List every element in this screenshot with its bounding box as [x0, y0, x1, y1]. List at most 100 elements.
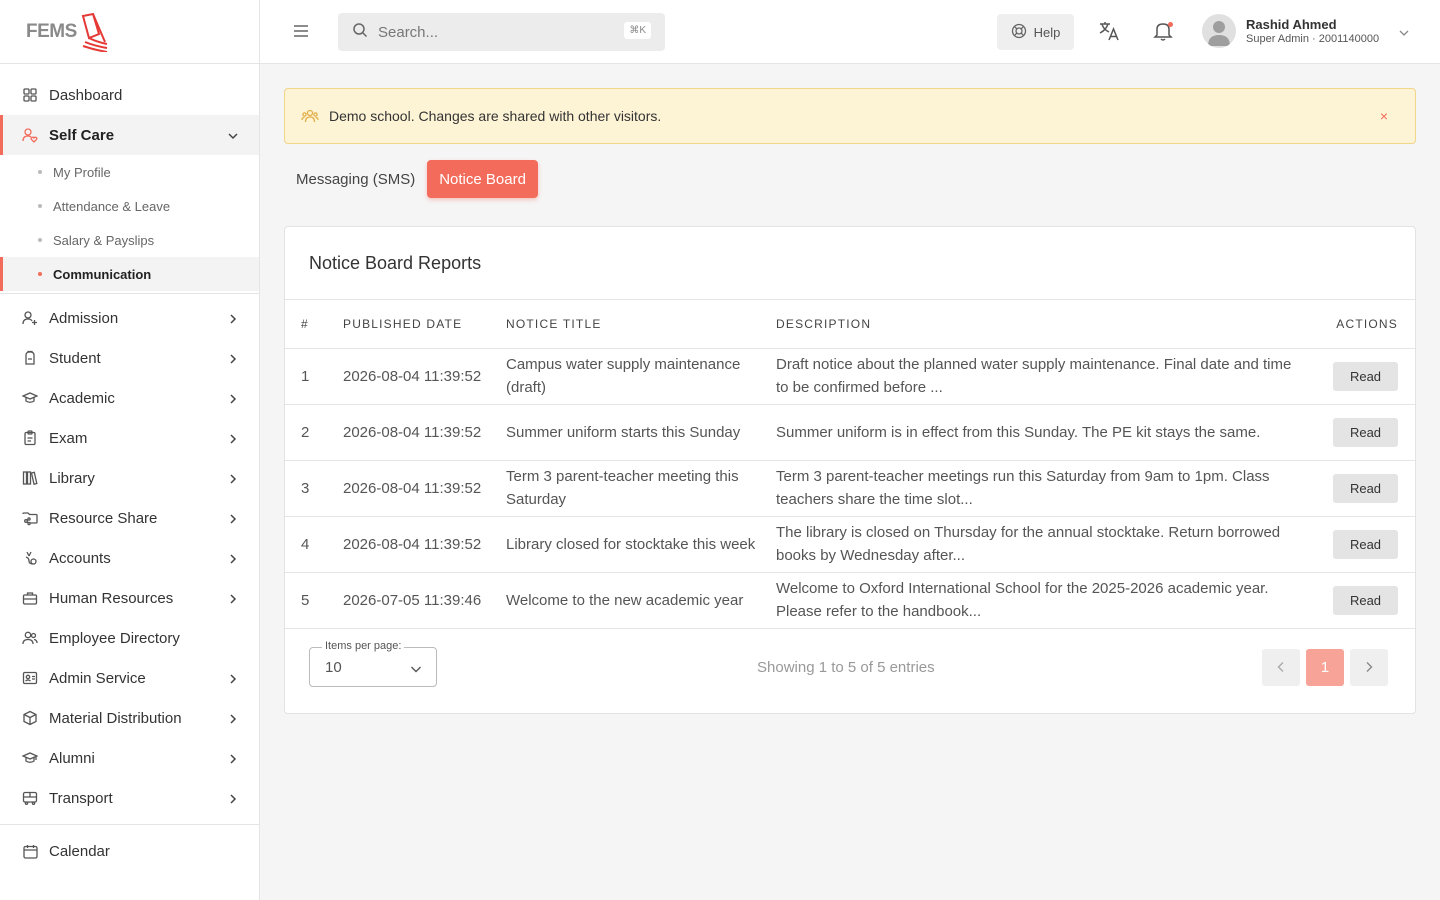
sidebar-item-label: Employee Directory: [49, 629, 180, 647]
cell-published-date: 2026-08-04 11:39:52: [335, 516, 498, 573]
search-icon: [352, 22, 368, 43]
grid-icon: [22, 87, 38, 103]
cell-notice-title: Term 3 parent-teacher meeting this Satur…: [498, 460, 768, 517]
table-row: 1 2026-08-04 11:39:52 Campus water supply …: [285, 348, 1415, 405]
user-role: Super Admin · 2001140000: [1246, 33, 1380, 45]
tab-notice-board[interactable]: Notice Board: [427, 160, 538, 198]
sidebar-item-label: Material Distribution: [49, 709, 182, 727]
cell-description: Term 3 parent-teacher meetings run this …: [768, 460, 1313, 517]
read-button[interactable]: Read: [1333, 529, 1398, 559]
sidebar-item-label: Admin Service: [49, 669, 146, 687]
topbar: ⌘K Help Rashid Ahmed Super Admin · 20011…: [260, 0, 1440, 64]
sidebar: FEMS Dashboard Self Care My Profile Atte…: [0, 0, 260, 900]
read-button[interactable]: Read: [1333, 361, 1398, 391]
chevron-right-icon: [227, 352, 239, 364]
user-name: Rashid Ahmed: [1246, 17, 1337, 32]
table-row: 3 2026-08-04 11:39:52 Term 3 parent-teache…: [285, 460, 1415, 517]
help-button[interactable]: Help: [997, 14, 1074, 50]
sidebar-item-accounts[interactable]: Accounts: [0, 538, 259, 578]
table-header-row: # Published Date Notice Title Descriptio…: [285, 300, 1415, 349]
prev-page-button[interactable]: [1262, 648, 1300, 686]
chevron-right-icon: [227, 392, 239, 404]
table-row: 4 2026-08-04 11:39:52 Library closed for s…: [285, 516, 1415, 573]
sidebar-item-calendar[interactable]: Calendar: [0, 831, 259, 871]
lifebuoy-icon: [1011, 23, 1027, 42]
sidebar-item-exam[interactable]: Exam: [0, 418, 259, 458]
cell-published-date: 2026-08-04 11:39:52: [335, 348, 498, 405]
sidebar-item-label: Library: [49, 469, 95, 487]
sidebar-item-academic[interactable]: Academic: [0, 378, 259, 418]
cell-actions: Read: [1313, 404, 1415, 461]
search-box[interactable]: ⌘K: [338, 13, 665, 51]
bus-icon: [22, 790, 38, 806]
card-title: Notice Board Reports: [285, 227, 1415, 300]
read-button[interactable]: Read: [1333, 417, 1398, 447]
search-input[interactable]: [378, 23, 608, 41]
sidebar-item-student[interactable]: Student: [0, 338, 259, 378]
bell-icon[interactable]: [1153, 20, 1175, 44]
chevron-right-icon: [227, 312, 239, 324]
close-icon[interactable]: ×: [1377, 109, 1391, 123]
tab-messaging-sms[interactable]: Messaging (SMS): [284, 160, 427, 198]
sidebar-item-human-resources[interactable]: Human Resources: [0, 578, 259, 618]
chevron-right-icon: [227, 432, 239, 444]
items-per-page-label: Items per page:: [322, 639, 405, 652]
sidebar-item-admission[interactable]: Admission: [0, 298, 259, 338]
chevron-right-icon: [227, 752, 239, 764]
cell-description: Summer uniform is in effect from this Su…: [768, 404, 1313, 461]
graduation-icon: [22, 750, 38, 766]
sidebar-nav: Dashboard Self Care My Profile Attendanc…: [0, 64, 259, 871]
read-button[interactable]: Read: [1333, 473, 1398, 503]
sidebar-item-admin-service[interactable]: Admin Service: [0, 658, 259, 698]
id-card-icon: [22, 670, 38, 686]
chevron-down-icon[interactable]: [1398, 26, 1410, 38]
next-page-button[interactable]: [1350, 648, 1388, 686]
chevron-right-icon: [227, 472, 239, 484]
app-logo[interactable]: FEMS: [26, 12, 109, 52]
sidebar-item-transport[interactable]: Transport: [0, 778, 259, 818]
sidebar-item-library[interactable]: Library: [0, 458, 259, 498]
notice-board-card: Notice Board Reports # Published Date No…: [284, 226, 1416, 714]
read-button[interactable]: Read: [1333, 585, 1398, 615]
sidebar-item-resource-share[interactable]: Resource Share: [0, 498, 259, 538]
cell-description: Welcome to Oxford International School f…: [768, 572, 1313, 629]
items-per-page-select[interactable]: Items per page: 10: [309, 639, 437, 687]
cell-notice-title: Campus water supply maintenance (draft): [498, 348, 768, 405]
alert-message: Demo school. Changes are shared with oth…: [329, 108, 662, 124]
mortarboard-icon: [22, 390, 38, 406]
people-icon: [301, 107, 319, 125]
money-icon: [22, 550, 38, 566]
translate-icon[interactable]: [1098, 20, 1122, 44]
page-button-current[interactable]: 1: [1306, 648, 1344, 686]
sidebar-subitem-my-profile[interactable]: My Profile: [0, 155, 259, 189]
sidebar-subitem-attendance-leave[interactable]: Attendance & Leave: [0, 189, 259, 223]
user-menu[interactable]: Rashid Ahmed Super Admin · 2001140000: [1202, 14, 1379, 48]
cell-notice-title: Summer uniform starts this Sunday: [498, 404, 768, 461]
items-per-page-value: 10: [325, 658, 342, 676]
cell-actions: Read: [1313, 516, 1415, 573]
sidebar-item-dashboard[interactable]: Dashboard: [0, 75, 259, 115]
cell-number: 4: [285, 516, 335, 573]
chevron-down-icon: [410, 662, 422, 674]
folder-share-icon: [22, 510, 38, 526]
logo-book-icon: [81, 12, 107, 52]
sidebar-item-material-distribution[interactable]: Material Distribution: [0, 698, 259, 738]
clipboard-icon: [22, 430, 38, 446]
chevron-right-icon: [227, 512, 239, 524]
chevron-down-icon: [227, 129, 239, 141]
sidebar-item-self-care[interactable]: Self Care: [0, 115, 259, 155]
chevron-right-icon: [227, 712, 239, 724]
sidebar-subitem-salary-payslips[interactable]: Salary & Payslips: [0, 223, 259, 257]
hamburger-menu-icon[interactable]: [292, 22, 312, 42]
table-row: 5 2026-07-05 11:39:46 Welcome to the new a…: [285, 572, 1415, 629]
sidebar-item-employee-directory[interactable]: Employee Directory: [0, 618, 259, 658]
cell-number: 1: [285, 348, 335, 405]
column-header-published-date: Published Date: [335, 300, 498, 349]
sidebar-item-label: Dashboard: [49, 86, 123, 104]
cell-notice-title: Library closed for stocktake this week: [498, 516, 768, 573]
logo-area: FEMS: [0, 0, 259, 64]
sidebar-item-alumni[interactable]: Alumni: [0, 738, 259, 778]
sidebar-subitem-communication[interactable]: Communication: [0, 257, 259, 291]
logo-text: FEMS: [26, 20, 77, 42]
cell-published-date: 2026-07-05 11:39:46: [335, 572, 498, 629]
